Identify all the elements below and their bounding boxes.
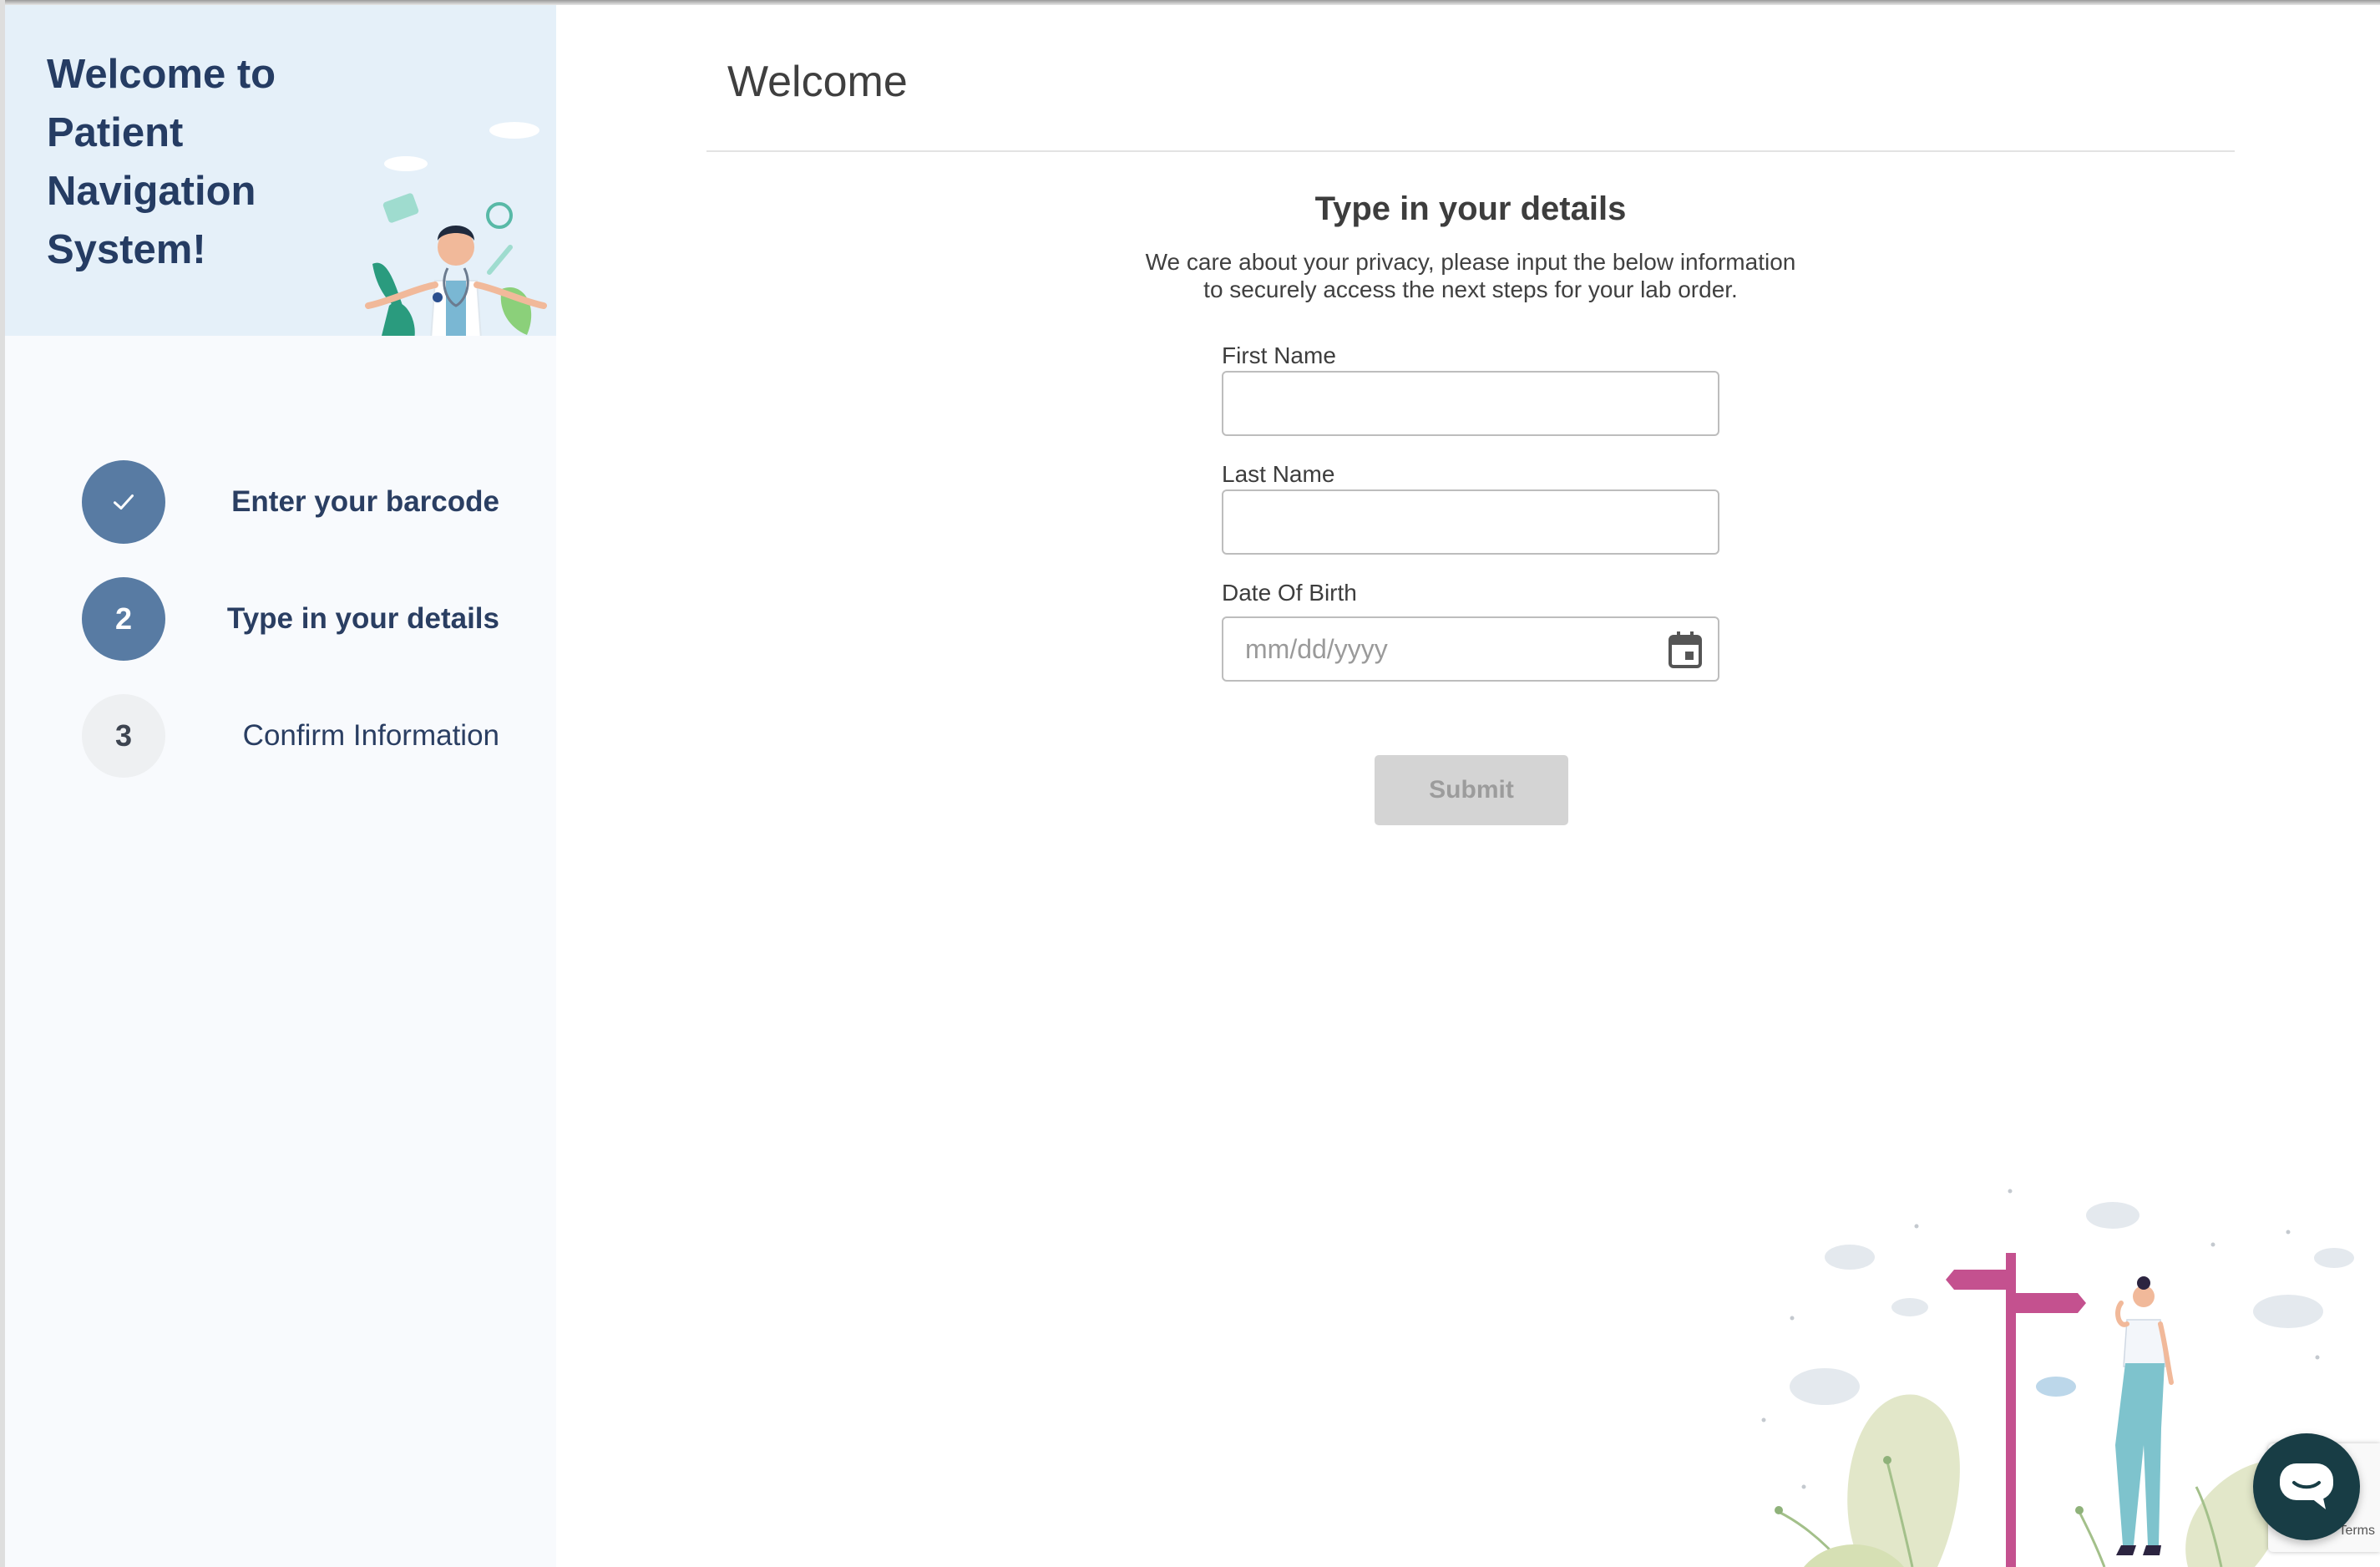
step-3-indicator: 3: [82, 694, 165, 778]
calendar-icon[interactable]: [1669, 631, 1702, 668]
submit-button[interactable]: Submit: [1375, 755, 1568, 825]
title-divider: [706, 150, 2235, 152]
step-2-indicator: 2: [82, 577, 165, 661]
chat-button[interactable]: [2253, 1433, 2360, 1540]
progress-steps: Enter your barcode 2 Type in your detail…: [82, 460, 499, 811]
check-icon: [114, 494, 134, 510]
last-name-label: Last Name: [1222, 461, 1335, 487]
page-title: Welcome: [727, 58, 908, 106]
last-name-input[interactable]: [1222, 489, 1719, 555]
form-description-line-1: We care about your privacy, please input…: [1145, 249, 1796, 275]
step-enter-barcode: Enter your barcode: [82, 460, 499, 544]
form-description-line-2: to securely access the next steps for yo…: [1203, 276, 1738, 302]
recaptcha-terms-link[interactable]: Terms: [2338, 1524, 2375, 1539]
chat-icon: [2280, 1463, 2333, 1509]
sidebar: Welcome to Patient Navigation System! En…: [5, 5, 556, 1567]
hero-title: Welcome to Patient Navigation System!: [47, 52, 276, 272]
doctor-illustration: [365, 122, 547, 336]
step-confirm-info: 3 Confirm Information: [82, 694, 499, 778]
first-name-label: First Name: [1222, 342, 1336, 368]
welcome-hero: Welcome to Patient Navigation System!: [5, 5, 556, 336]
form-description: We care about your privacy, please input…: [706, 248, 2235, 303]
first-name-input[interactable]: [1222, 371, 1719, 436]
form-heading: Type in your details: [1314, 190, 1627, 227]
step-3-label: Confirm Information: [242, 719, 499, 752]
step-1-indicator: [82, 460, 165, 544]
step-2-label: Type in your details: [226, 602, 499, 635]
step-type-details: 2 Type in your details: [82, 577, 499, 661]
dob-input[interactable]: [1222, 616, 1719, 682]
step-1-label: Enter your barcode: [231, 485, 499, 518]
dob-label: Date Of Birth: [1222, 580, 1357, 606]
